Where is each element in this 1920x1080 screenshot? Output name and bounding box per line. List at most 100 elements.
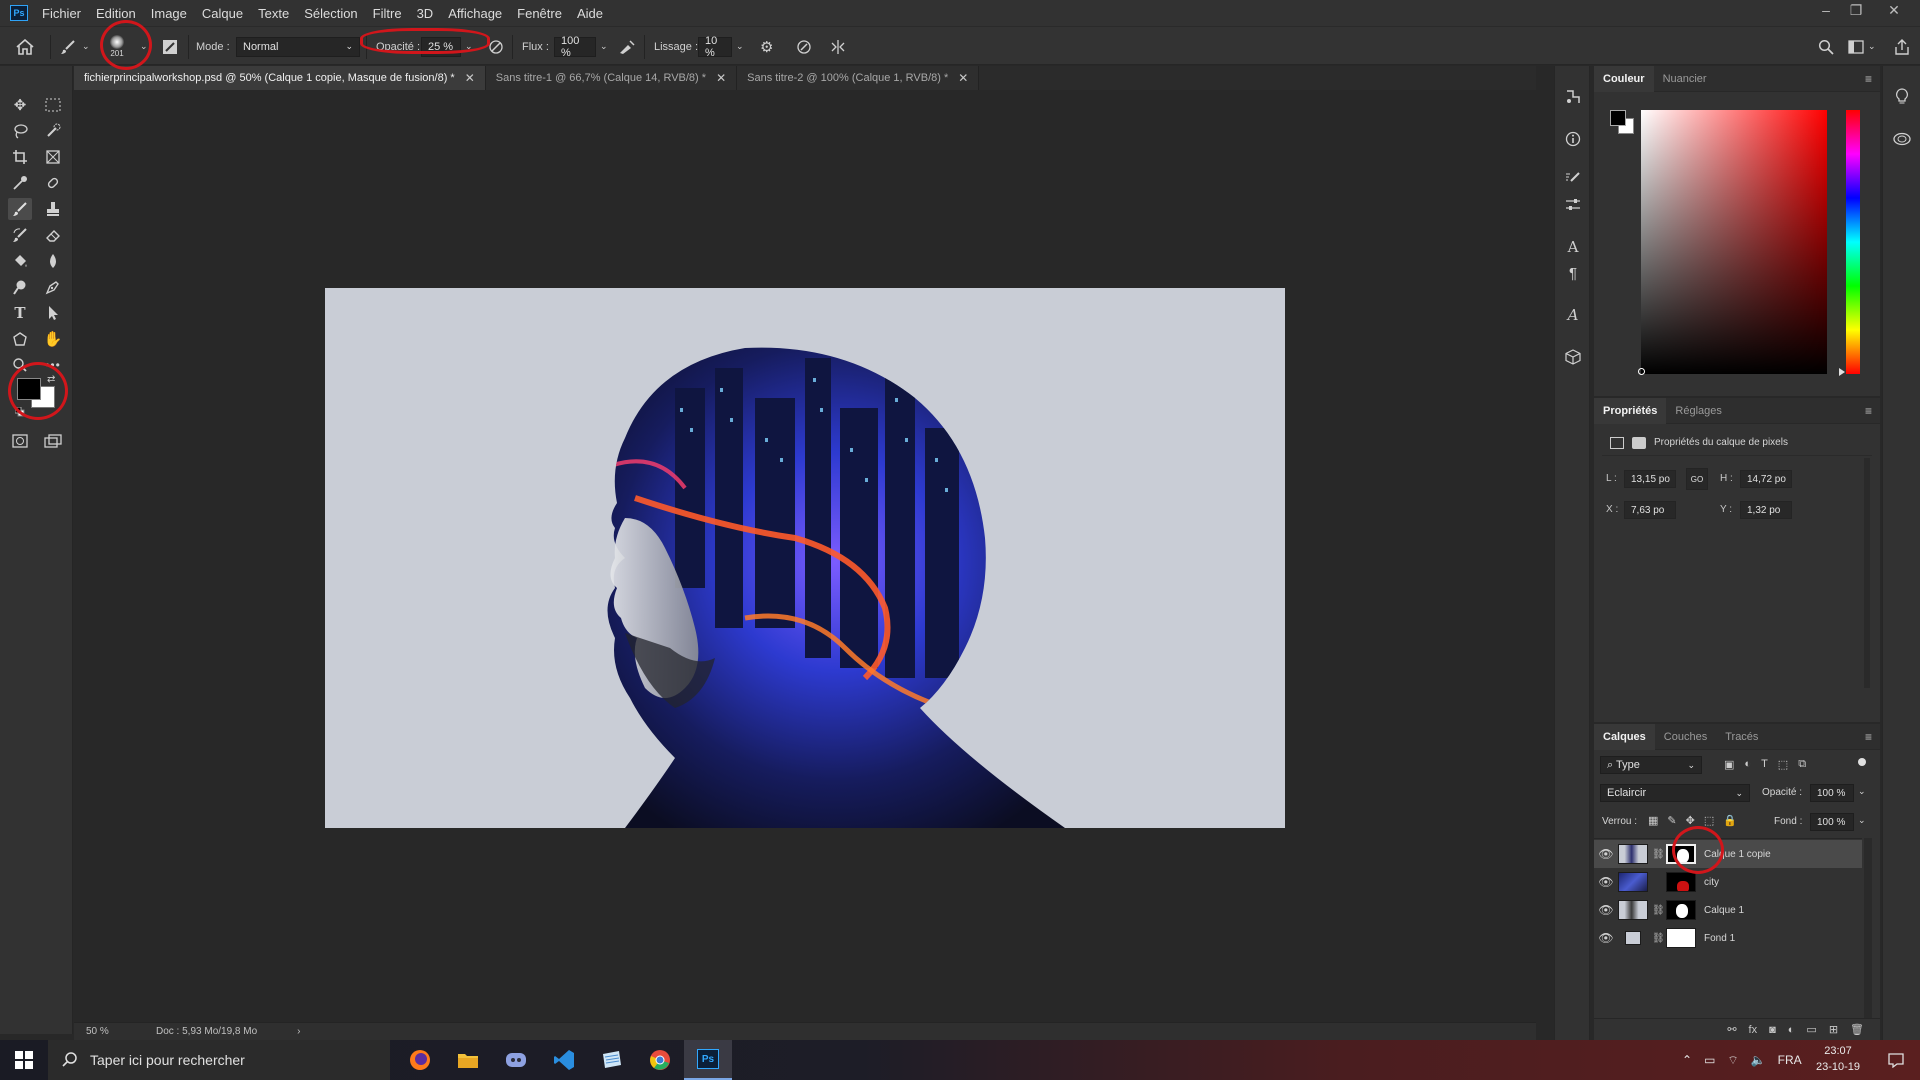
- folder-icon[interactable]: ▭: [1806, 1023, 1816, 1036]
- fill-input[interactable]: 100 %: [1810, 813, 1854, 831]
- link-icon[interactable]: ⚯: [1727, 1023, 1736, 1036]
- history-brush-tool-icon[interactable]: [8, 224, 32, 246]
- clone-stamp-tool-icon[interactable]: [41, 198, 65, 220]
- windows-start-icon[interactable]: [0, 1040, 48, 1080]
- filter-adjustment-icon[interactable]: ◐: [1744, 758, 1751, 771]
- tab-reglages[interactable]: Réglages: [1666, 398, 1730, 424]
- pressure-size-icon[interactable]: [796, 27, 812, 66]
- taskbar-search[interactable]: Taper ici pour rechercher: [48, 1040, 390, 1080]
- tab-nuancier[interactable]: Nuancier: [1654, 66, 1716, 92]
- layer-row[interactable]: 👁 ⛓ Calque 1 copie: [1594, 840, 1862, 868]
- tab-sans-titre-1[interactable]: Sans titre-1 @ 66,7% (Calque 14, RVB/8) …: [485, 66, 738, 90]
- lasso-tool-icon[interactable]: [8, 120, 32, 142]
- tab-sans-titre-2[interactable]: Sans titre-2 @ 100% (Calque 1, RVB/8) * …: [737, 66, 980, 90]
- lock-pixels-icon[interactable]: ✎: [1667, 814, 1676, 827]
- close-button[interactable]: ✕: [1880, 0, 1908, 20]
- opacity-input[interactable]: 25 %: [421, 36, 461, 57]
- paint-bucket-tool-icon[interactable]: [8, 250, 32, 272]
- menu-calque[interactable]: Calque: [202, 6, 243, 21]
- filter-shape-icon[interactable]: ⬚: [1778, 758, 1788, 771]
- info-icon[interactable]: [1555, 126, 1591, 152]
- learn-lightbulb-icon[interactable]: [1884, 84, 1920, 110]
- share-icon[interactable]: [1894, 27, 1910, 66]
- chevron-down-icon[interactable]: ⌄: [736, 41, 744, 52]
- minimize-button[interactable]: –: [1812, 0, 1840, 20]
- pen-tool-icon[interactable]: [41, 276, 65, 298]
- panel-menu-icon[interactable]: ≡: [1865, 404, 1872, 418]
- status-arrow-icon[interactable]: ›: [297, 1026, 300, 1037]
- workspace-icon[interactable]: ⌄: [1848, 27, 1876, 66]
- link-dimensions-button[interactable]: GO: [1686, 468, 1708, 490]
- paragraph-icon[interactable]: ¶: [1555, 260, 1591, 286]
- firefox-icon[interactable]: [396, 1040, 444, 1080]
- swap-colors-icon[interactable]: ⇄: [47, 374, 55, 385]
- adjustment-icon[interactable]: ◐: [1788, 1024, 1795, 1036]
- layer-mask-thumbnail[interactable]: [1666, 928, 1696, 948]
- chain-link-icon[interactable]: ⛓: [1652, 933, 1665, 944]
- scrollbar[interactable]: [1864, 838, 1872, 1018]
- shape-tool-icon[interactable]: [8, 328, 32, 350]
- symmetry-icon[interactable]: [830, 27, 846, 66]
- layer-name[interactable]: Calque 1: [1704, 905, 1744, 916]
- gear-icon[interactable]: ⚙: [760, 27, 773, 66]
- visibility-eye-icon[interactable]: 👁: [1594, 931, 1618, 945]
- hand-tool-icon[interactable]: ✋: [41, 328, 65, 350]
- close-icon[interactable]: ✕: [465, 71, 475, 85]
- lock-all-icon[interactable]: 🔒: [1723, 814, 1737, 827]
- brush-tool-icon[interactable]: ⌄: [60, 27, 90, 66]
- filter-toggle[interactable]: [1858, 758, 1866, 766]
- chevron-down-icon[interactable]: ⌄: [140, 27, 148, 66]
- menu-3d[interactable]: 3D: [417, 6, 434, 21]
- tab-traces[interactable]: Tracés: [1716, 724, 1767, 750]
- history-icon[interactable]: [1555, 84, 1591, 110]
- pressure-opacity-icon[interactable]: [488, 27, 504, 66]
- x-input[interactable]: 7,63 po: [1624, 501, 1676, 519]
- chain-link-icon[interactable]: ⛓: [1652, 849, 1665, 860]
- width-input[interactable]: 13,15 po: [1624, 470, 1676, 488]
- screen-mode-icon[interactable]: [41, 430, 65, 452]
- lock-transparency-icon[interactable]: ▦: [1648, 814, 1658, 827]
- wifi-icon[interactable]: ⌔: [1727, 1053, 1738, 1068]
- dodge-tool-icon[interactable]: [8, 276, 32, 298]
- discord-icon[interactable]: [492, 1040, 540, 1080]
- menu-selection[interactable]: Sélection: [304, 6, 357, 21]
- adjustments-sliders-icon[interactable]: [1555, 192, 1591, 218]
- new-layer-icon[interactable]: ⊞: [1829, 1023, 1838, 1036]
- tab-couleur[interactable]: Couleur: [1594, 65, 1654, 92]
- menu-image[interactable]: Image: [151, 6, 187, 21]
- chevron-down-icon[interactable]: ⌄: [1858, 786, 1866, 797]
- layer-name[interactable]: city: [1704, 877, 1719, 888]
- close-icon[interactable]: ✕: [958, 71, 968, 85]
- airbrush-icon[interactable]: [618, 27, 636, 66]
- chrome-icon[interactable]: [636, 1040, 684, 1080]
- menu-filtre[interactable]: Filtre: [373, 6, 402, 21]
- layer-row[interactable]: 👁 ⛓ Fond 1: [1594, 924, 1862, 952]
- show-hidden-icons-icon[interactable]: ⌃: [1682, 1053, 1692, 1067]
- trash-icon[interactable]: 🗑: [1850, 1023, 1864, 1036]
- default-colors-icon[interactable]: [14, 406, 25, 417]
- volume-icon[interactable]: 🔈: [1751, 1053, 1766, 1067]
- menu-edition[interactable]: Edition: [96, 6, 136, 21]
- tab-calques[interactable]: Calques: [1594, 723, 1655, 750]
- lissage-input[interactable]: 10 %: [698, 35, 732, 59]
- more-tools-icon[interactable]: •••: [41, 354, 65, 376]
- quick-selection-tool-icon[interactable]: [41, 120, 65, 142]
- layer-row[interactable]: 👁 ⛓ Calque 1: [1594, 896, 1862, 924]
- vscode-icon[interactable]: [540, 1040, 588, 1080]
- search-icon[interactable]: [1818, 27, 1834, 66]
- panel-menu-icon[interactable]: ≡: [1865, 72, 1872, 86]
- menu-affichage[interactable]: Affichage: [448, 6, 502, 21]
- home-icon[interactable]: [16, 27, 34, 66]
- hue-slider[interactable]: [1846, 110, 1860, 374]
- menu-fichier[interactable]: Fichier: [42, 6, 81, 21]
- menu-aide[interactable]: Aide: [577, 6, 603, 21]
- eyedropper-tool-icon[interactable]: [8, 172, 32, 194]
- move-tool-icon[interactable]: ✥: [8, 94, 32, 116]
- blend-mode-select[interactable]: Eclaircir ⌄: [1600, 784, 1750, 802]
- menu-fenetre[interactable]: Fenêtre: [517, 6, 562, 21]
- flux-input[interactable]: 100 %: [554, 35, 596, 59]
- layer-mask-thumbnail[interactable]: [1666, 844, 1696, 864]
- tab-fichierprincipalworkshop[interactable]: fichierprincipalworkshop.psd @ 50% (Calq…: [74, 66, 486, 90]
- type-tool-icon[interactable]: T: [8, 302, 32, 324]
- tab-proprietes[interactable]: Propriétés: [1594, 397, 1667, 424]
